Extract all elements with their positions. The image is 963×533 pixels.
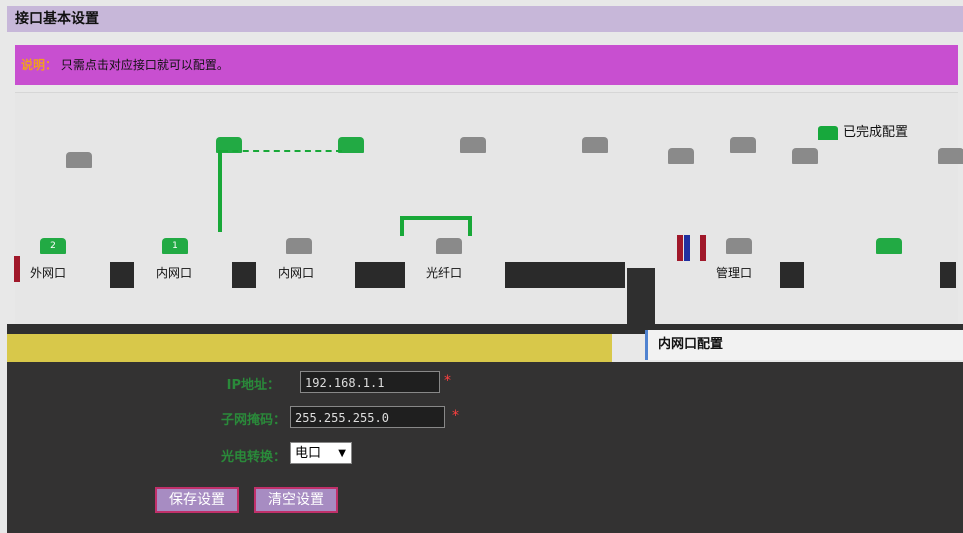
port-strip-bar	[780, 262, 804, 288]
connection-line	[468, 216, 472, 236]
port-label-fiber[interactable]: 光纤口	[426, 264, 462, 281]
port-label-lan1[interactable]: 内网口	[156, 264, 192, 281]
port-icon-top-8[interactable]	[938, 148, 963, 164]
mask-input[interactable]: 255.255.255.0	[290, 406, 445, 428]
mask-label: 子网掩码：	[220, 413, 286, 428]
divider-block	[627, 268, 655, 332]
port-strip-bar	[232, 262, 256, 288]
port-icon-wan[interactable]: 2	[40, 238, 66, 254]
port-strip-bar	[505, 262, 625, 288]
media-label: 光电转换：	[220, 450, 286, 465]
port-icon-top-3[interactable]	[460, 137, 486, 153]
connection-dash	[222, 150, 342, 152]
port-icon-lan2[interactable]	[286, 238, 312, 254]
port-icon-top-7[interactable]	[792, 148, 818, 164]
port-strip-bar	[14, 256, 20, 282]
section-title: 内网口配置	[645, 330, 963, 360]
ip-input[interactable]: 192.168.1.1	[300, 371, 440, 393]
page-title: 接口基本设置	[7, 6, 963, 32]
port-strip-bar	[677, 235, 683, 261]
legend-done-label: 已完成配置	[843, 125, 909, 140]
notice-banner: 说明： 只需点击对应接口就可以配置。	[15, 45, 958, 85]
save-button[interactable]: 保存设置	[155, 487, 239, 513]
chevron-down-icon: ▼	[338, 448, 346, 459]
media-select[interactable]: 电口 ▼	[290, 442, 352, 464]
ip-label: IP地址：	[226, 378, 280, 393]
required-mark: *	[452, 408, 459, 424]
notice-text: 只需点击对应接口就可以配置。	[60, 58, 229, 72]
port-icon-mgmt[interactable]	[726, 238, 752, 254]
port-strip-bar	[355, 262, 405, 288]
port-icon-top-4[interactable]	[582, 137, 608, 153]
port-icon-top-5[interactable]	[730, 137, 756, 153]
device-port-icon[interactable]	[66, 152, 92, 168]
config-bar	[7, 334, 612, 362]
port-icon-lan1[interactable]: 1	[162, 238, 188, 254]
required-mark: *	[444, 373, 451, 389]
clear-button[interactable]: 清空设置	[254, 487, 338, 513]
port-label-wan[interactable]: 外网口	[30, 264, 66, 281]
connection-line	[400, 216, 472, 220]
port-strip-bar	[684, 235, 690, 261]
media-select-value: 电口	[295, 446, 322, 461]
notice-label: 说明	[21, 58, 46, 72]
port-diagram-panel	[15, 92, 958, 333]
legend: 已完成配置	[818, 121, 908, 140]
port-icon-top-6[interactable]	[668, 148, 694, 164]
port-strip-bar	[700, 235, 706, 261]
port-icon-extra[interactable]	[876, 238, 902, 254]
port-label-lan2[interactable]: 内网口	[278, 264, 314, 281]
port-icon-fiber[interactable]	[436, 238, 462, 254]
port-label-mgmt[interactable]: 管理口	[716, 264, 752, 281]
port-strip-bar	[110, 262, 134, 288]
connection-line	[218, 150, 222, 232]
connection-line	[400, 216, 404, 236]
port-strip-bar	[940, 262, 956, 288]
done-swatch-icon	[818, 125, 838, 140]
